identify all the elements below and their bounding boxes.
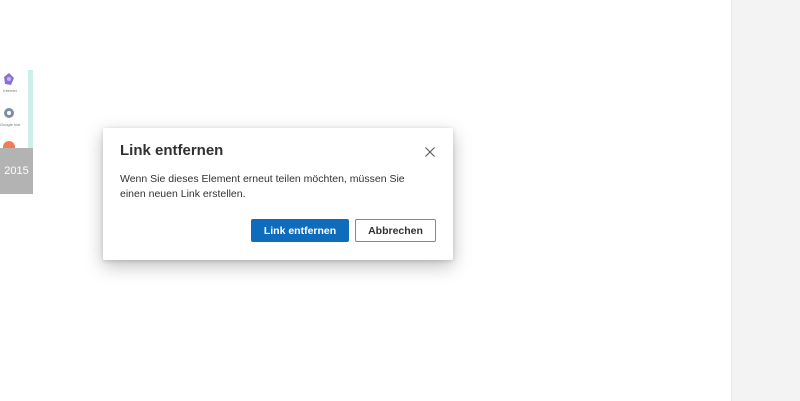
internet-app-caption: Internet bbox=[3, 88, 17, 93]
right-side-panel bbox=[731, 0, 800, 401]
dialog-title: Link entfernen bbox=[120, 142, 224, 159]
google-installer-icon bbox=[4, 108, 14, 118]
close-button[interactable] bbox=[421, 143, 439, 161]
dialog-message: Wenn Sie dieses Element erneut teilen mö… bbox=[120, 173, 405, 200]
remove-link-button[interactable]: Link entfernen bbox=[251, 219, 349, 242]
close-icon bbox=[425, 147, 435, 157]
background-app-list-inner: Internet Google Installati... bbox=[0, 70, 33, 148]
cancel-button[interactable]: Abbrechen bbox=[355, 219, 436, 242]
background-app-list: Internet Google Installati... bbox=[0, 70, 33, 148]
remove-link-dialog: Link entfernen Wenn Sie dieses Element e… bbox=[103, 128, 453, 260]
year-badge: 2015 bbox=[0, 148, 33, 194]
partial-app-icon bbox=[3, 141, 15, 148]
page: Internet Google Installati... 2015 Link … bbox=[0, 0, 800, 401]
internet-app-icon bbox=[4, 73, 14, 85]
google-installer-caption: Google Installati... bbox=[0, 122, 20, 127]
